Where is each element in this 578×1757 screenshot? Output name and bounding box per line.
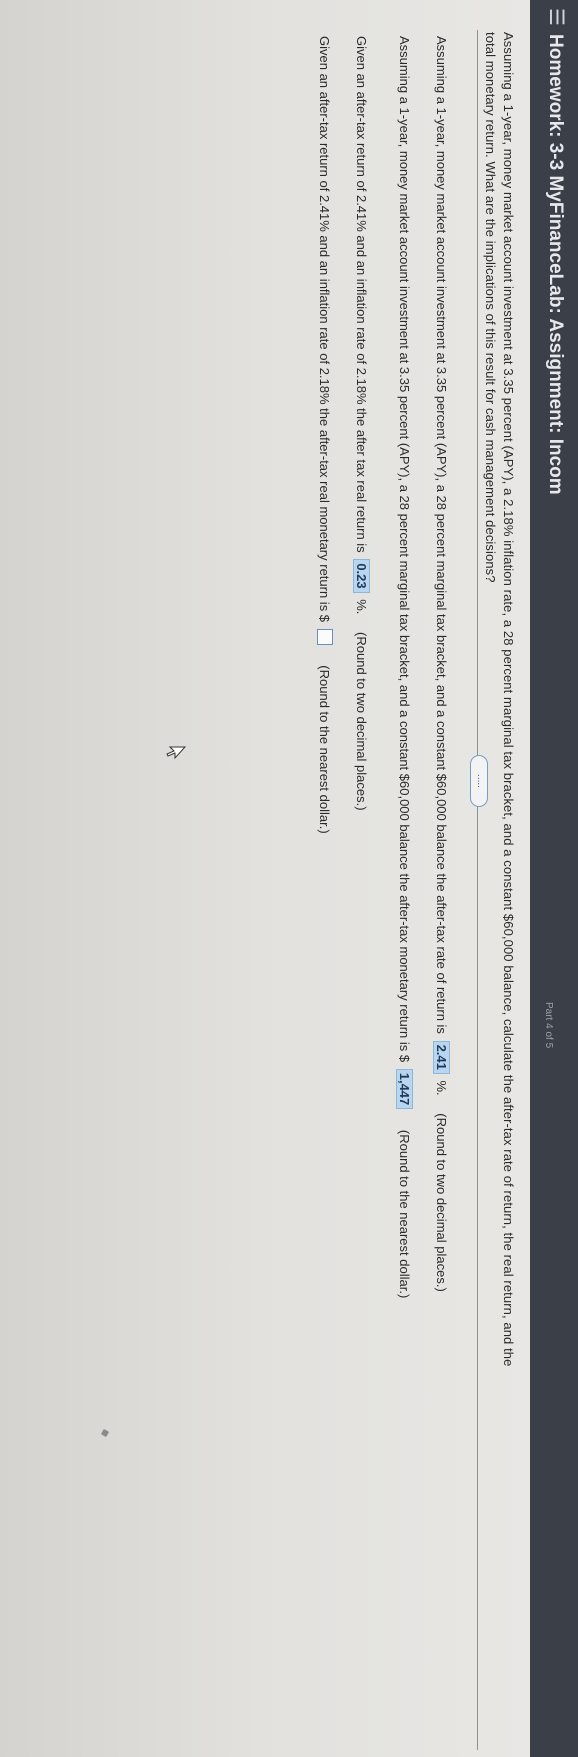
expand-question-button[interactable]: ..... xyxy=(470,755,488,807)
row-text: Assuming a 1-year, money market account … xyxy=(397,36,412,1063)
answer-row-after-tax-rate: Assuming a 1-year, money market account … xyxy=(433,36,450,1292)
answer-row-after-tax-monetary-return: Assuming a 1-year, money market account … xyxy=(396,36,413,1298)
hamburger-menu-icon[interactable]: ☰ xyxy=(545,8,567,28)
rotated-page: ☰ Homework: 3-3 MyFinanceLab: Assignment… xyxy=(0,0,578,1757)
rounding-hint: (Round to two decimal places.) xyxy=(354,632,369,811)
answer-field-after-tax-monetary-return[interactable]: 1,447 xyxy=(396,1068,413,1110)
row-text: Given an after-tax return of 2.41% and a… xyxy=(317,36,332,623)
row-unit: %. xyxy=(434,1080,449,1096)
part-indicator: Part 4 of 5 xyxy=(543,1002,554,1049)
answer-row-real-monetary-return: Given an after-tax return of 2.41% and a… xyxy=(317,36,333,834)
row-text: Given an after-tax return of 2.41% and a… xyxy=(354,36,369,553)
question-text-line-1: Assuming a 1-year, money market account … xyxy=(501,32,516,1367)
homework-title: Homework: 3-3 MyFinanceLab: Assignment: … xyxy=(545,34,566,495)
answer-input-real-monetary-return[interactable] xyxy=(317,628,333,645)
mouse-cursor-icon xyxy=(166,746,186,760)
smudge-mark xyxy=(100,1428,110,1438)
rounding-hint: (Round to two decimal places.) xyxy=(434,1113,449,1292)
rounding-hint: (Round to the nearest dollar.) xyxy=(317,665,332,834)
row-unit: %. xyxy=(354,599,369,615)
answer-row-real-return: Given an after-tax return of 2.41% and a… xyxy=(353,36,370,811)
answer-field-real-return[interactable]: 0.23 xyxy=(353,559,370,593)
row-text: Assuming a 1-year, money market account … xyxy=(434,36,449,1034)
question-text-line-2: total monetary return. What are the impl… xyxy=(483,32,498,583)
divider xyxy=(477,30,478,1750)
header-bar: ☰ Homework: 3-3 MyFinanceLab: Assignment… xyxy=(530,0,578,1757)
answer-field-after-tax-rate[interactable]: 2.41 xyxy=(433,1040,450,1074)
rounding-hint: (Round to the nearest dollar.) xyxy=(397,1129,412,1299)
